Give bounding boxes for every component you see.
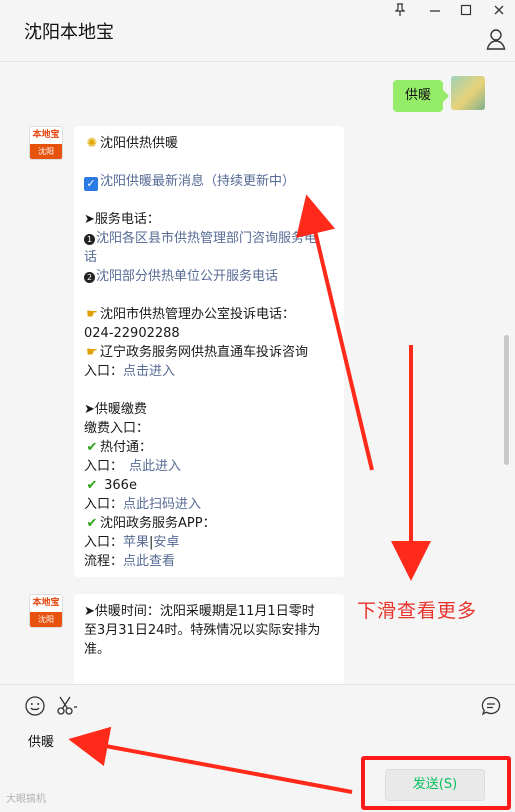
heating-period-line-2: 至3月31日24时。特殊情况以实际安排为 — [84, 623, 321, 638]
maximize-icon[interactable] — [456, 3, 476, 21]
number-two-icon: 2 — [84, 272, 95, 283]
check-icon: ✔ — [86, 478, 98, 493]
pointing-hand-icon: ☛ — [86, 307, 98, 322]
account-avatar[interactable]: 本地宝 沈阳 — [29, 126, 63, 160]
chat-scrollbar[interactable] — [504, 335, 509, 465]
number-one-icon: 1 — [84, 234, 95, 245]
gov-app-label: 沈阳政务服务APP： — [100, 516, 216, 531]
entry-label: 入口： — [84, 497, 124, 512]
district-phone-link-continued[interactable]: 话 — [84, 248, 334, 267]
emoji-icon[interactable] — [24, 695, 46, 717]
apple-link[interactable]: 苹果 — [123, 535, 149, 550]
avatar-city: 沈阳 — [30, 612, 62, 627]
pin-icon[interactable] — [390, 3, 410, 21]
message-bubble-2[interactable]: ➤供暖时间：沈阳采暖期是11月1日零时 至3月31日24时。特殊情况以实际安排为… — [74, 594, 344, 684]
chat-history[interactable]: 供暖 本地宝 沈阳 ✺ 沈阳供热供暖 ✓ 沈阳供暖最新消息（持续更新中） ➤服务电话… — [0, 62, 515, 684]
minimize-icon[interactable] — [425, 3, 445, 21]
send-button[interactable]: 发送(S) — [385, 769, 485, 801]
user-avatar[interactable] — [451, 76, 485, 110]
sent-message-bubble[interactable]: 供暖 — [392, 80, 450, 112]
refutong-entry-link[interactable]: 点此进入 — [129, 459, 181, 474]
check-icon: ✔ — [86, 440, 98, 455]
scissors-icon[interactable] — [56, 695, 78, 717]
entry-label: 入口： — [84, 459, 124, 474]
avatar-brand: 本地宝 — [32, 130, 60, 140]
scan-entry-link[interactable]: 点此扫码进入 — [123, 497, 201, 512]
sun-icon: ✺ — [86, 136, 98, 151]
app-366e-label: 366e — [104, 478, 137, 493]
payment-heading: ➤供暖缴费 — [84, 402, 147, 417]
entry-label: 入口： — [84, 364, 124, 379]
heating-unit-phone-link[interactable]: 沈阳部分供热单位公开服务电话 — [96, 269, 278, 284]
check-icon: ✔ — [86, 516, 98, 531]
liaoning-complaint-label: 辽宁政务服务网供热直通车投诉咨询 — [100, 345, 309, 360]
android-link[interactable]: 安卓 — [153, 535, 179, 550]
message-title: 沈阳供热供暖 — [100, 136, 179, 151]
close-icon[interactable] — [489, 3, 509, 21]
pointing-hand-icon: ☛ — [86, 345, 98, 360]
process-label: 流程： — [84, 554, 124, 569]
process-link[interactable]: 点此查看 — [123, 554, 175, 569]
avatar-brand: 本地宝 — [32, 598, 60, 608]
scroll-hint-annotation: 下滑查看更多 — [357, 600, 478, 622]
entry-label: 入口： — [84, 535, 124, 550]
chat-title: 沈阳本地宝 — [24, 22, 114, 43]
chat-info-person-icon[interactable] — [486, 28, 506, 50]
refutong-label: 热付通： — [100, 440, 153, 455]
title-bar: 沈阳本地宝 — [0, 0, 515, 62]
district-phone-link[interactable]: 沈阳各区县市供热管理部门咨询服务电 — [96, 231, 317, 246]
checkbox-icon: ✓ — [84, 177, 98, 191]
watermark: 大眼搞机 — [6, 794, 46, 805]
heating-period-line-1: ➤供暖时间：沈阳采暖期是11月1日零时 — [84, 604, 315, 619]
payment-entry-label: 缴费入口： — [84, 421, 150, 436]
complaint-phone: 024-22902288 — [84, 326, 180, 341]
chat-history-icon[interactable] — [480, 695, 502, 717]
liaoning-entry-link[interactable]: 点击进入 — [123, 364, 175, 379]
message-bubble-1[interactable]: ✺ 沈阳供热供暖 ✓ 沈阳供暖最新消息（持续更新中） ➤服务电话： 1 沈阳各区县市供… — [74, 126, 344, 577]
heating-period-line-3: 准。 — [84, 642, 111, 657]
input-area[interactable]: 供暖 发送(S) — [0, 684, 515, 812]
message-draft-input[interactable]: 供暖 — [28, 731, 54, 750]
phone-heading: ➤服务电话： — [84, 212, 160, 227]
complaint-label: 沈阳市供热管理办公室投诉电话： — [100, 307, 296, 322]
avatar-city: 沈阳 — [30, 144, 62, 159]
account-avatar[interactable]: 本地宝 沈阳 — [29, 594, 63, 628]
latest-news-link[interactable]: 沈阳供暖最新消息（持续更新中） — [100, 174, 295, 189]
